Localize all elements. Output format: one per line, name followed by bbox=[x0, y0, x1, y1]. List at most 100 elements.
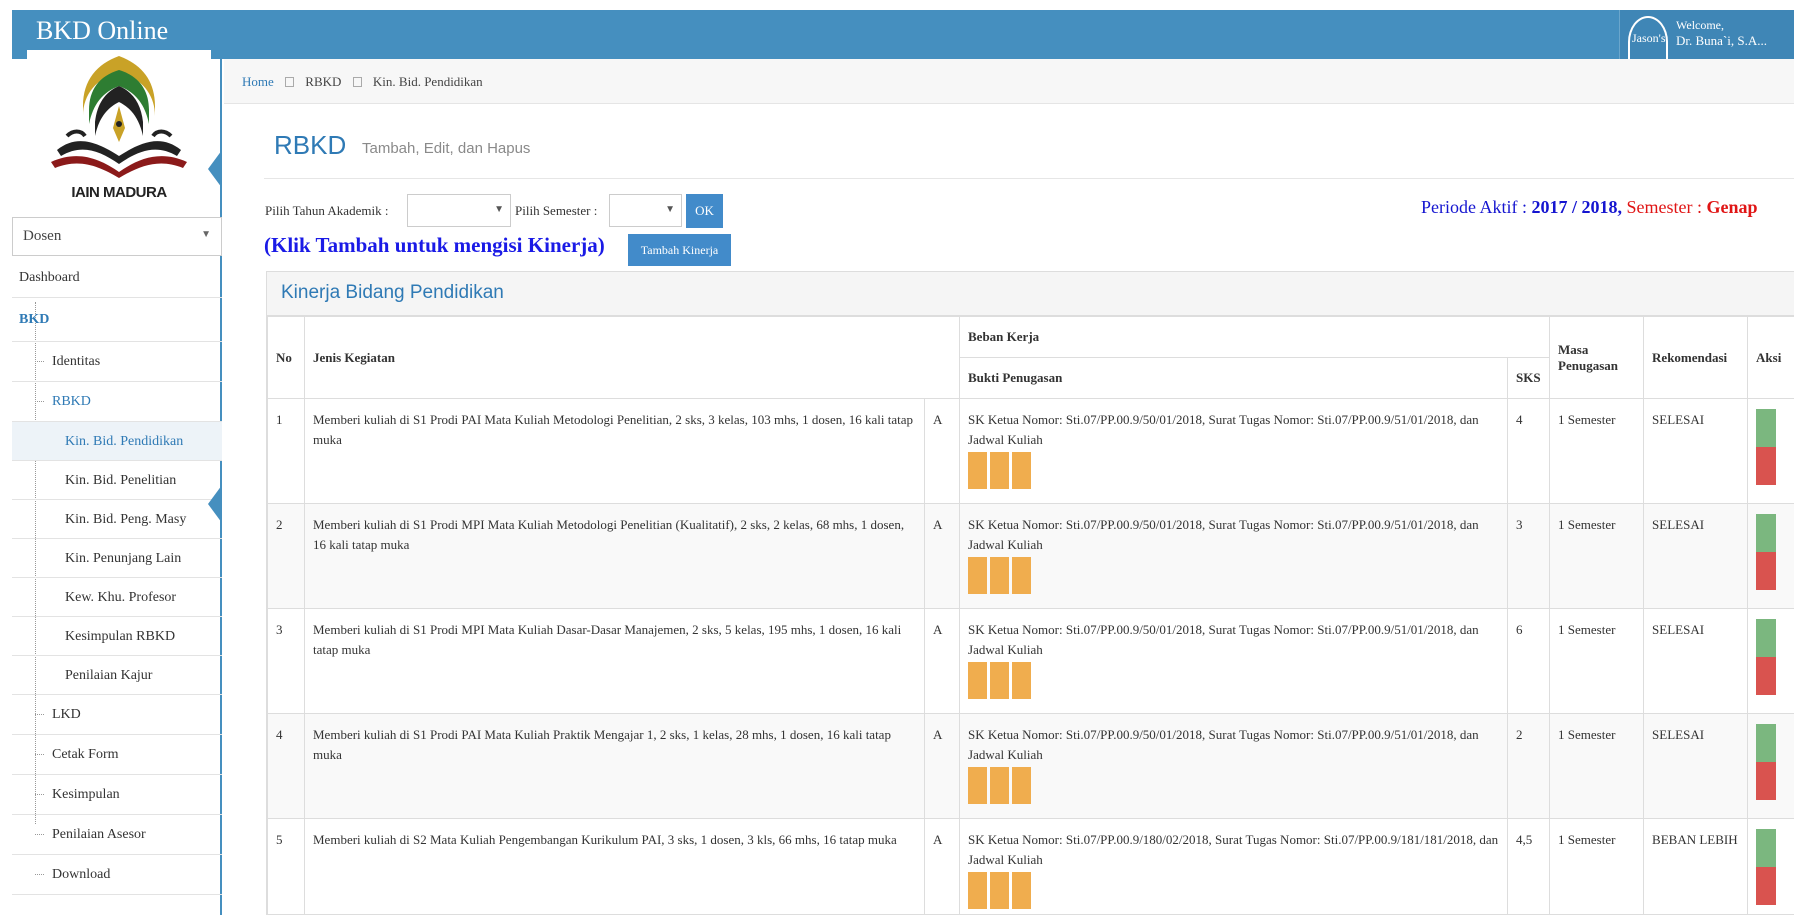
sidebar-item-kew-profesor[interactable]: Kew. Khu. Profesor bbox=[12, 578, 222, 617]
delete-button[interactable] bbox=[1756, 867, 1777, 905]
breadcrumb-current: Kin. Bid. Pendidikan bbox=[372, 74, 483, 89]
periode-label: Periode Aktif : bbox=[1421, 197, 1527, 217]
sidebar-item-kesimpulan[interactable]: Kesimpulan bbox=[12, 775, 222, 815]
sidebar-collapse-arrow-icon[interactable] bbox=[208, 150, 222, 188]
sidebar-item-rbkd[interactable]: RBKD bbox=[12, 382, 222, 422]
sidebar-item-kin-pendidikan[interactable]: Kin. Bid. Pendidikan bbox=[12, 422, 222, 461]
row-rekomendasi: BEBAN LEBIH bbox=[1643, 818, 1749, 915]
row-bukti: SK Ketua Nomor: Sti.07/PP.00.9/50/01/201… bbox=[968, 517, 1479, 552]
file-icon[interactable] bbox=[1012, 872, 1032, 909]
file-icon[interactable] bbox=[1012, 557, 1032, 594]
sidebar-item-kesimpulan-rbkd[interactable]: Kesimpulan RBKD bbox=[12, 617, 222, 656]
row-aksi bbox=[1747, 818, 1794, 915]
row-masa: 1 Semester bbox=[1549, 398, 1645, 504]
welcome-text: Welcome, Dr. Buna`i, S.A... bbox=[1676, 18, 1767, 48]
edit-button[interactable] bbox=[1756, 409, 1777, 447]
row-masa: 1 Semester bbox=[1549, 503, 1645, 609]
sidebar-item-kin-penunjang[interactable]: Kin. Penunjang Lain bbox=[12, 539, 222, 578]
row-sks: 6 bbox=[1507, 608, 1551, 714]
kinerja-panel: Kinerja Bidang Pendidikan No Jenis Kegia… bbox=[266, 271, 1794, 915]
row-kode: A bbox=[923, 398, 961, 504]
row-jenis-kegiatan: Memberi kuliah di S1 Prodi MPI Mata Kuli… bbox=[304, 608, 925, 714]
delete-button[interactable] bbox=[1756, 762, 1777, 800]
row-no: 1 bbox=[267, 398, 305, 504]
periode-value: 2017 / 2018, bbox=[1531, 197, 1623, 217]
edit-button[interactable] bbox=[1756, 619, 1777, 657]
sidebar-item-kin-penelitian[interactable]: Kin. Bid. Penelitian bbox=[12, 461, 222, 500]
chevron-down-icon: ▼ bbox=[665, 204, 675, 215]
row-bukti: SK Ketua Nomor: Sti.07/PP.00.9/50/01/201… bbox=[968, 622, 1479, 657]
row-jenis-kegiatan: Memberi kuliah di S1 Prodi MPI Mata Kuli… bbox=[304, 503, 925, 609]
sidebar-item-lkd[interactable]: LKD bbox=[12, 695, 222, 735]
role-select[interactable]: Dosen ▼ bbox=[12, 217, 222, 256]
top-navbar: BKD Online Jason's Welcome, Dr. Buna`i, … bbox=[12, 10, 1794, 68]
delete-button[interactable] bbox=[1756, 447, 1777, 485]
ok-button[interactable]: OK bbox=[686, 194, 723, 228]
sidebar-item-identitas[interactable]: Identitas bbox=[12, 342, 222, 382]
sidebar-item-penilaian-kajur[interactable]: Penilaian Kajur bbox=[12, 656, 222, 695]
user-name[interactable]: Dr. Buna`i, S.A... bbox=[1676, 33, 1767, 48]
row-no: 4 bbox=[267, 713, 305, 819]
file-group bbox=[968, 872, 1499, 909]
file-icon[interactable] bbox=[968, 872, 988, 909]
file-icon[interactable] bbox=[968, 662, 988, 699]
header-masa-penugasan: Masa Penugasan bbox=[1549, 316, 1645, 399]
row-jenis-kegiatan: Memberi kuliah di S1 Prodi PAI Mata Kuli… bbox=[304, 713, 925, 819]
breadcrumb-home[interactable]: Home bbox=[242, 74, 274, 89]
semester-select[interactable]: ▼ bbox=[609, 194, 682, 227]
sidebar-item-download[interactable]: Download bbox=[12, 855, 222, 895]
semester-aktif-label: Semester : bbox=[1626, 197, 1702, 217]
instruction-text: (Klik Tambah untuk mengisi Kinerja) bbox=[264, 233, 605, 257]
sidebar-item-dashboard[interactable]: Dashboard bbox=[12, 258, 222, 298]
breadcrumb-rbkd[interactable]: RBKD bbox=[305, 74, 341, 89]
delete-button[interactable] bbox=[1756, 552, 1777, 590]
tahun-akademik-select[interactable]: ▼ bbox=[407, 194, 511, 227]
file-icon[interactable] bbox=[990, 872, 1010, 909]
breadcrumb: Home RBKD Kin. Bid. Pendidikan bbox=[224, 59, 1794, 104]
header-no: No bbox=[267, 316, 305, 399]
sidebar-item-cetak-form[interactable]: Cetak Form bbox=[12, 735, 222, 775]
row-aksi bbox=[1747, 503, 1794, 609]
tambah-kinerja-button[interactable]: Tambah Kinerja bbox=[628, 234, 731, 266]
file-icon[interactable] bbox=[968, 767, 988, 804]
sidebar-item-bkd[interactable]: BKD bbox=[12, 298, 222, 342]
role-select-value: Dosen bbox=[23, 228, 62, 244]
row-no: 3 bbox=[267, 608, 305, 714]
edit-button[interactable] bbox=[1756, 724, 1777, 762]
sidebar-item-penilaian-asesor[interactable]: Penilaian Asesor bbox=[12, 815, 222, 855]
app-title[interactable]: BKD Online bbox=[36, 16, 168, 46]
file-icon[interactable] bbox=[1012, 662, 1032, 699]
header-jenis-kegiatan: Jenis Kegiatan bbox=[303, 316, 961, 399]
file-icon[interactable] bbox=[990, 662, 1010, 699]
row-sks: 4,5 bbox=[1507, 818, 1551, 915]
divider bbox=[264, 178, 1794, 179]
delete-button[interactable] bbox=[1756, 657, 1777, 695]
row-bukti: SK Ketua Nomor: Sti.07/PP.00.9/180/02/20… bbox=[968, 832, 1499, 867]
user-menu[interactable]: Jason's Welcome, Dr. Buna`i, S.A... bbox=[1619, 10, 1794, 68]
edit-button[interactable] bbox=[1756, 829, 1777, 867]
file-icon[interactable] bbox=[990, 557, 1010, 594]
row-aksi bbox=[1747, 398, 1794, 504]
logo-text: IAIN MADURA bbox=[71, 184, 167, 201]
header-rekomendasi: Rekomendasi bbox=[1643, 316, 1749, 399]
sidebar-item-kin-peng-masy[interactable]: Kin. Bid. Peng. Masy bbox=[12, 500, 222, 539]
file-icon[interactable] bbox=[990, 452, 1010, 489]
semester-aktif-value: Genap bbox=[1706, 197, 1758, 217]
file-icon[interactable] bbox=[968, 452, 988, 489]
tahun-akademik-label: Pilih Tahun Akademik : bbox=[265, 203, 389, 218]
panel-title: Kinerja Bidang Pendidikan bbox=[267, 272, 1794, 316]
row-jenis-kegiatan: Memberi kuliah di S1 Prodi PAI Mata Kuli… bbox=[304, 398, 925, 504]
file-icon[interactable] bbox=[990, 767, 1010, 804]
file-icon[interactable] bbox=[1012, 452, 1032, 489]
edit-button[interactable] bbox=[1756, 514, 1777, 552]
row-bukti: SK Ketua Nomor: Sti.07/PP.00.9/50/01/201… bbox=[968, 412, 1479, 447]
file-icon[interactable] bbox=[1012, 767, 1032, 804]
row-masa: 1 Semester bbox=[1549, 713, 1645, 819]
row-kode: A bbox=[923, 503, 961, 609]
row-rekomendasi: SELESAI bbox=[1643, 713, 1749, 819]
row-sks: 2 bbox=[1507, 713, 1551, 819]
row-aksi bbox=[1747, 608, 1794, 714]
periode-aktif: Periode Aktif : 2017 / 2018, Semester : … bbox=[1421, 197, 1758, 218]
row-rekomendasi: SELESAI bbox=[1643, 503, 1749, 609]
file-icon[interactable] bbox=[968, 557, 988, 594]
